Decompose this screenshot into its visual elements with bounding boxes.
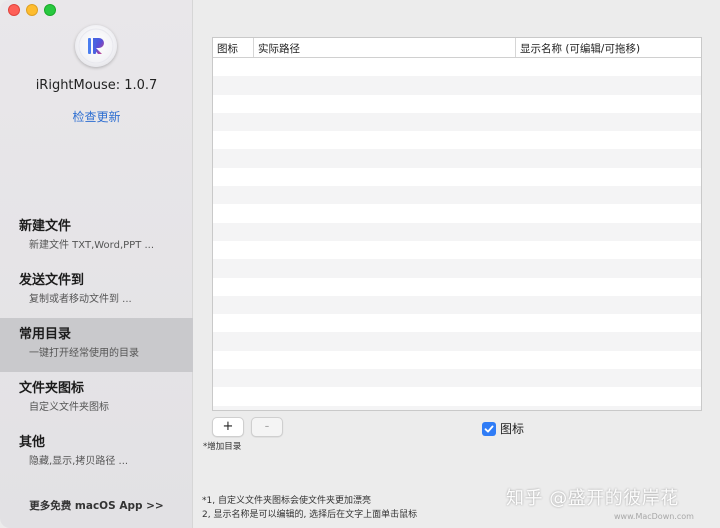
notes: *1, 自定义文件夹图标会使文件夹更加漂亮 2, 显示名称是可以编辑的, 选择后… xyxy=(202,494,417,522)
table-row[interactable] xyxy=(213,241,701,259)
maximize-window-button[interactable] xyxy=(44,4,56,16)
sidebar-item-title: 常用目录 xyxy=(19,327,72,342)
watermark-url: www.MacDown.com xyxy=(614,512,694,521)
sidebar-item-title: 其他 xyxy=(19,435,46,450)
table-row[interactable] xyxy=(213,259,701,278)
add-directory-button[interactable]: + xyxy=(212,417,244,437)
sidebar-item-title: 发送文件到 xyxy=(19,273,85,288)
sidebar-item-subtitle: 隐藏,显示,拷贝路径 ... xyxy=(29,456,129,467)
sidebar-item-folder-icon[interactable]: 文件夹图标 自定义文件夹图标 xyxy=(0,372,193,426)
table-row[interactable] xyxy=(213,387,701,405)
table-row[interactable] xyxy=(213,204,701,222)
table-row[interactable] xyxy=(213,314,701,332)
table-row[interactable] xyxy=(213,58,701,76)
column-header-path[interactable]: 实际路径 xyxy=(254,38,516,57)
table-body xyxy=(213,58,701,410)
note-line-2: 2, 显示名称是可以编辑的, 选择后在文字上面单击鼠标 xyxy=(202,510,418,520)
remove-directory-button[interactable]: - xyxy=(251,417,283,437)
add-directory-hint: *增加目录 xyxy=(203,442,242,452)
sidebar: iRightMouse: 1.0.7 检查更新 新建文件 新建文件 TXT,Wo… xyxy=(0,0,193,528)
icon-checkbox-label: 图标 xyxy=(500,422,525,436)
table-row[interactable] xyxy=(213,112,701,132)
close-window-button[interactable] xyxy=(8,4,20,16)
app-window: iRightMouse: 1.0.7 检查更新 新建文件 新建文件 TXT,Wo… xyxy=(0,0,720,528)
table-row[interactable] xyxy=(213,222,701,241)
table-row[interactable] xyxy=(213,295,701,315)
sidebar-item-title: 文件夹图标 xyxy=(19,381,85,396)
note-line-1: *1, 自定义文件夹图标会使文件夹更加漂亮 xyxy=(202,496,371,506)
checkbox-checked-icon[interactable] xyxy=(482,421,496,436)
more-apps-link[interactable]: 更多免费 macOS App >> xyxy=(0,498,193,513)
table-row[interactable] xyxy=(213,405,701,410)
table-row[interactable] xyxy=(213,95,701,113)
sidebar-item-subtitle: 一键打开经常使用的目录 xyxy=(29,348,139,359)
minimize-window-button[interactable] xyxy=(26,4,38,16)
check-update-link[interactable]: 检查更新 xyxy=(0,108,193,125)
column-header-display-name[interactable]: 显示名称 (可编辑/可拖移) xyxy=(516,38,701,57)
table-row[interactable] xyxy=(213,76,701,95)
sidebar-item-subtitle: 复制或者移动文件到 ... xyxy=(29,294,132,305)
table-row[interactable] xyxy=(213,168,701,186)
column-header-icon[interactable]: 图标 xyxy=(213,38,254,57)
app-version: iRightMouse: 1.0.7 xyxy=(35,78,158,93)
app-logo-icon xyxy=(75,25,117,67)
sidebar-item-new-file[interactable]: 新建文件 新建文件 TXT,Word,PPT ... xyxy=(0,210,193,264)
sidebar-item-subtitle: 新建文件 TXT,Word,PPT ... xyxy=(29,240,155,251)
sidebar-item-subtitle: 自定义文件夹图标 xyxy=(29,402,109,413)
table-header: 图标 实际路径 显示名称 (可编辑/可拖移) xyxy=(213,38,701,58)
sidebar-item-other[interactable]: 其他 隐藏,显示,拷贝路径 ... xyxy=(0,426,193,480)
table-row[interactable] xyxy=(213,278,701,296)
window-controls xyxy=(8,4,56,16)
directories-table[interactable]: 图标 实际路径 显示名称 (可编辑/可拖移) xyxy=(212,37,702,411)
table-row[interactable] xyxy=(213,351,701,369)
main-panel: 图标 实际路径 显示名称 (可编辑/可拖移) + - *增加目录 图标 *1, … xyxy=(194,0,720,528)
table-row[interactable] xyxy=(213,186,701,205)
sidebar-item-title: 新建文件 xyxy=(19,219,72,234)
sidebar-item-common-dirs[interactable]: 常用目录 一键打开经常使用的目录 xyxy=(0,318,193,372)
watermark: 知乎 @盛开的彼岸花 xyxy=(506,488,679,509)
table-row[interactable] xyxy=(213,369,701,388)
sidebar-item-send-to[interactable]: 发送文件到 复制或者移动文件到 ... xyxy=(0,264,193,318)
table-row[interactable] xyxy=(213,332,701,351)
icon-checkbox[interactable]: 图标 xyxy=(482,420,524,437)
table-row[interactable] xyxy=(213,149,701,168)
table-row[interactable] xyxy=(213,131,701,149)
sidebar-nav: 新建文件 新建文件 TXT,Word,PPT ... 发送文件到 复制或者移动文… xyxy=(0,210,193,480)
